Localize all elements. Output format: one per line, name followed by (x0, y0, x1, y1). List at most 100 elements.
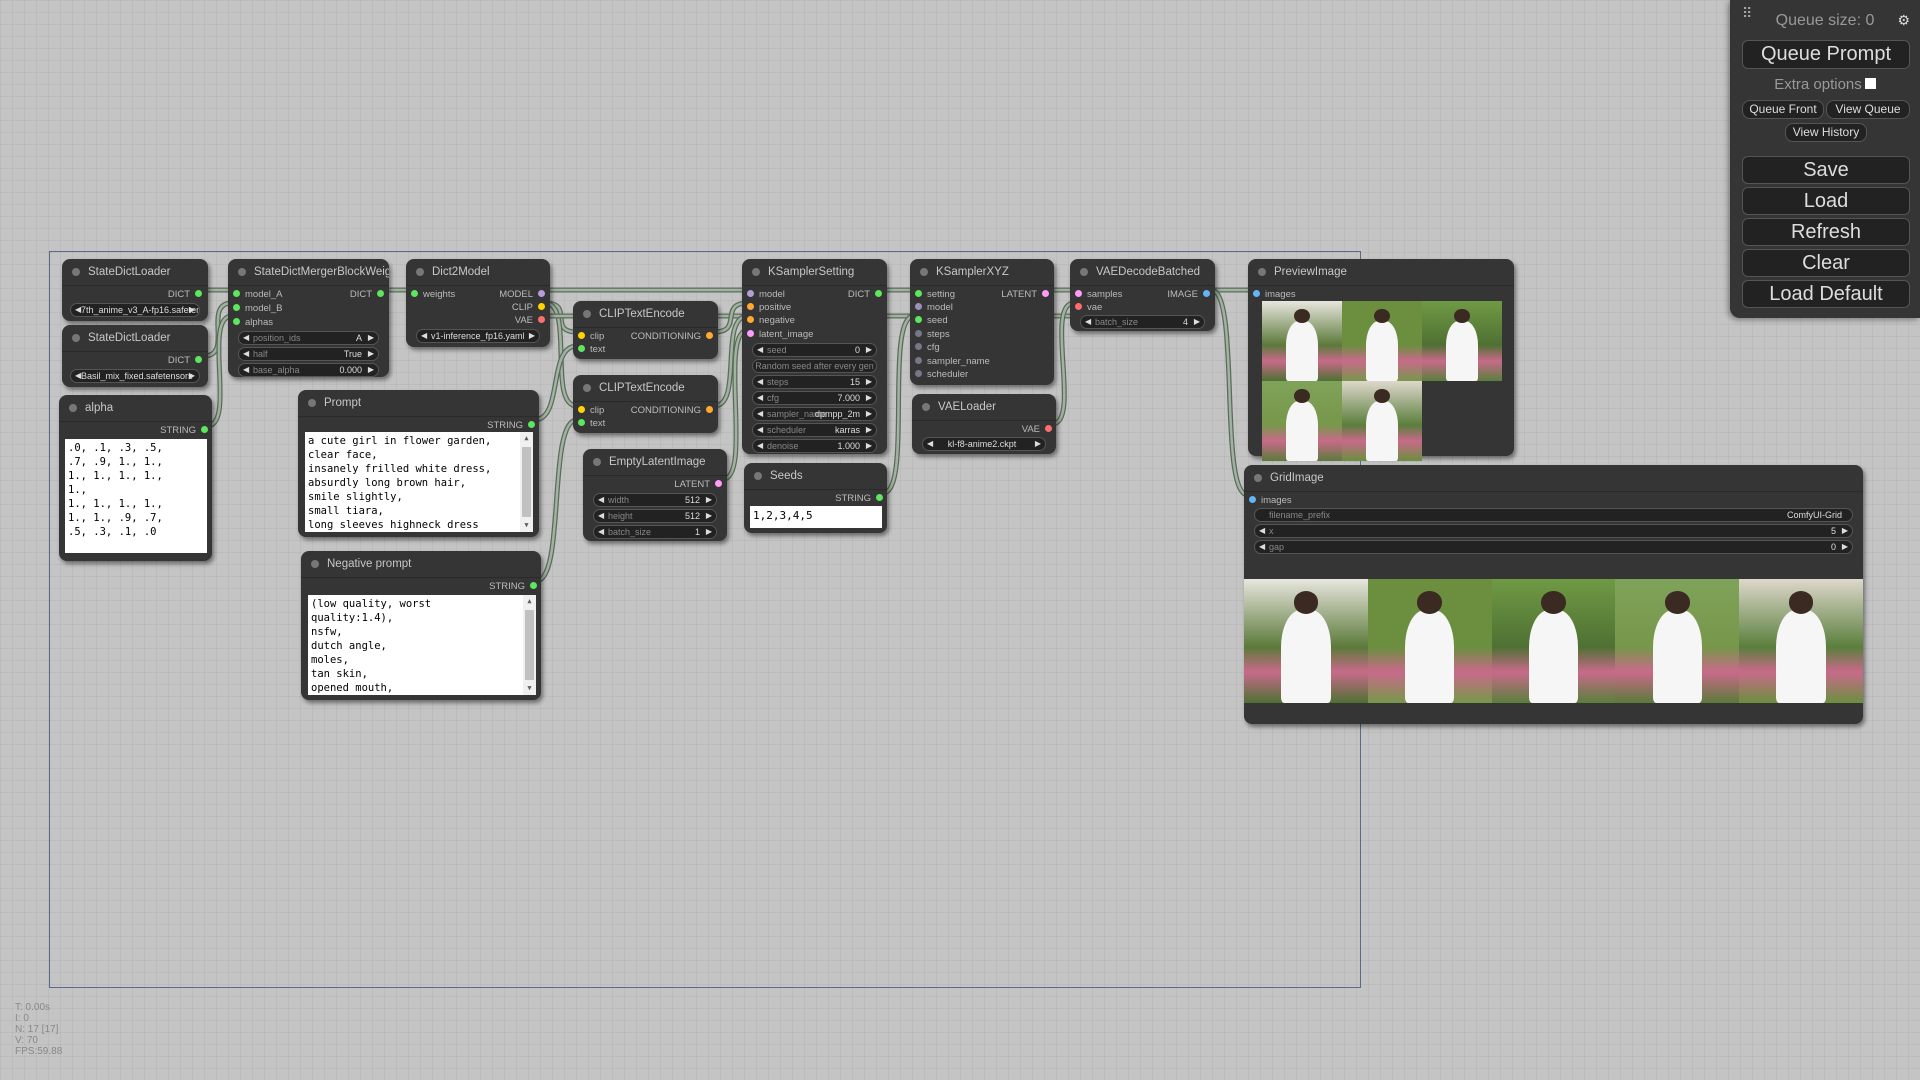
node-vaeloader[interactable]: VAELoader VAE ◀ kl-f8-anime2.ckpt ▶ (912, 394, 1056, 454)
input-pin-icon[interactable] (1075, 290, 1082, 298)
input-weights[interactable]: weights (411, 289, 455, 301)
arrow-right-icon[interactable]: ▶ (1842, 541, 1848, 553)
node-statedictloader-1[interactable]: StateDictLoader DICT ◀ 7th_anime_v3_A-fp1… (62, 259, 208, 321)
node-title[interactable]: StateDictLoader (62, 325, 208, 352)
arrow-right-icon[interactable]: ▶ (866, 424, 872, 436)
collapse-dot-icon[interactable] (754, 472, 762, 480)
output-pin-icon[interactable] (538, 303, 545, 311)
node-statedictloader-2[interactable]: StateDictLoader DICT ◀ Basil_mix_fixed.sa… (62, 325, 208, 387)
output-model[interactable]: MODEL (499, 289, 545, 301)
input-model-b[interactable]: model_B (233, 303, 283, 315)
node-emptylatentimage[interactable]: EmptyLatentImage LATENT ◀ width 512 ▶ ◀ heig… (583, 449, 727, 541)
cfg-number[interactable]: ◀ cfg 7.000 ▶ (752, 391, 877, 405)
arrow-left-icon[interactable]: ◀ (598, 494, 604, 506)
arrow-right-icon[interactable]: ▶ (866, 408, 872, 420)
collapse-dot-icon[interactable] (593, 458, 601, 466)
input-pin-icon[interactable] (578, 332, 585, 340)
input-sampler-name[interactable]: sampler_name (915, 356, 990, 368)
collapse-dot-icon[interactable] (1080, 268, 1088, 276)
scroll-thumb[interactable] (522, 447, 531, 517)
x-number[interactable]: ◀ x 5 ▶ (1254, 524, 1853, 538)
load-button[interactable]: Load (1742, 187, 1910, 215)
scrollbar[interactable]: ▲ ▼ (523, 595, 536, 695)
arrow-right-icon[interactable]: ▶ (189, 370, 195, 382)
node-title[interactable]: CLIPTextEncode (573, 375, 718, 402)
input-pin-icon[interactable] (233, 304, 240, 312)
collapse-dot-icon[interactable] (311, 560, 319, 568)
input-text[interactable]: text (578, 418, 605, 430)
arrow-left-icon[interactable]: ◀ (757, 376, 763, 388)
scroll-thumb[interactable] (525, 610, 534, 680)
node-title[interactable]: PreviewImage (1248, 259, 1514, 286)
node-title[interactable]: VAEDecodeBatched (1070, 259, 1215, 286)
output-vae[interactable]: VAE (515, 315, 545, 327)
input-latent-image[interactable]: latent_image (747, 329, 813, 341)
arrow-right-icon[interactable]: ▶ (866, 440, 872, 452)
arrow-left-icon[interactable]: ◀ (757, 392, 763, 404)
grid-image-output[interactable] (1244, 579, 1863, 703)
collapse-dot-icon[interactable] (752, 268, 760, 276)
node-gridimage[interactable]: GridImage images filename_prefix ComfyUI-… (1244, 465, 1863, 724)
node-cliptextencode-2[interactable]: CLIPTextEncode clip text CONDITIONING (573, 375, 718, 433)
extra-options-checkbox[interactable] (1864, 78, 1876, 90)
output-pin-icon[interactable] (538, 290, 545, 298)
output-vae[interactable]: VAE (1022, 424, 1052, 436)
output-pin-icon[interactable] (528, 421, 535, 429)
output-latent[interactable]: LATENT (1001, 289, 1049, 301)
input-model-a[interactable]: model_A (233, 289, 283, 301)
output-dict[interactable]: DICT (168, 289, 202, 301)
output-pin-icon[interactable] (875, 290, 882, 298)
collapse-dot-icon[interactable] (72, 268, 80, 276)
output-string[interactable]: STRING (487, 420, 535, 432)
node-alpha[interactable]: alpha STRING .0, .1, .3, .5, .7, .9, 1.,… (59, 395, 212, 561)
negative-prompt-textarea[interactable]: (low quality, worst quality:1.4), nsfw, … (308, 595, 536, 695)
arrow-right-icon[interactable]: ▶ (706, 494, 712, 506)
output-pin-icon[interactable] (201, 426, 208, 434)
input-pin-icon[interactable] (578, 419, 585, 427)
batch-size-number[interactable]: ◀ batch_size 4 ▶ (1080, 315, 1205, 329)
node-vaedecodebatched[interactable]: VAEDecodeBatched samples vae IMAGE ◀ batc… (1070, 259, 1215, 331)
node-title[interactable]: KSamplerSetting (742, 259, 887, 286)
input-alphas[interactable]: alphas (233, 317, 273, 329)
input-cfg[interactable]: cfg (915, 342, 940, 354)
preview-image-thumbnail[interactable] (1422, 301, 1502, 381)
load-default-button[interactable]: Load Default (1742, 280, 1910, 308)
output-latent[interactable]: LATENT (674, 479, 722, 491)
node-title[interactable]: KSamplerXYZ (910, 259, 1054, 286)
collapse-dot-icon[interactable] (308, 399, 316, 407)
filename-prefix-input[interactable]: filename_prefix ComfyUI-Grid (1254, 508, 1853, 522)
arrow-left-icon[interactable]: ◀ (1259, 525, 1265, 537)
node-dict2model[interactable]: Dict2Model weights MODEL CLIP VAE ◀ v1-in… (406, 259, 550, 347)
input-seed[interactable]: seed (915, 315, 948, 327)
output-pin-icon[interactable] (1042, 290, 1049, 298)
alpha-textarea[interactable]: .0, .1, .3, .5, .7, .9, 1., 1., 1., 1., … (65, 439, 207, 553)
output-pin-icon[interactable] (1045, 425, 1052, 433)
output-pin-icon[interactable] (195, 290, 202, 298)
input-vae[interactable]: vae (1075, 302, 1102, 314)
node-title[interactable]: StateDictLoader (62, 259, 208, 286)
arrow-right-icon[interactable]: ▶ (368, 364, 374, 376)
input-pin-icon[interactable] (915, 316, 922, 324)
gear-icon[interactable]: ⚙ (1897, 12, 1910, 29)
input-pin-icon[interactable] (233, 318, 240, 326)
graph-canvas[interactable]: StateDictLoader DICT ◀ 7th_anime_v3_A-fp1… (0, 0, 1920, 1080)
refresh-button[interactable]: Refresh (1742, 218, 1910, 246)
gap-number[interactable]: ◀ gap 0 ▶ (1254, 540, 1853, 554)
input-pin-icon[interactable] (915, 290, 922, 298)
collapse-dot-icon[interactable] (920, 268, 928, 276)
arrow-left-icon[interactable]: ◀ (243, 332, 249, 344)
queue-front-button[interactable]: Queue Front (1742, 100, 1824, 119)
ckpt-name-combo[interactable]: ◀7th_anime_v3_A-fp16.safetensors▶ (70, 303, 200, 317)
input-pin-icon[interactable] (915, 370, 922, 378)
seed-number[interactable]: ◀ seed 0 ▶ (752, 343, 877, 357)
node-statedictmerger[interactable]: StateDictMergerBlockWeighted model_A mod… (228, 259, 389, 377)
node-previewimage[interactable]: PreviewImage images (1248, 259, 1514, 461)
output-pin-icon[interactable] (706, 332, 713, 340)
scheduler-combo[interactable]: ◀ scheduler karras ▶ (752, 423, 877, 437)
arrow-left-icon[interactable]: ◀ (243, 348, 249, 360)
input-positive[interactable]: positive (747, 302, 791, 314)
output-dict[interactable]: DICT (848, 289, 882, 301)
preview-image-thumbnail[interactable] (1342, 381, 1422, 461)
random-seed-toggle[interactable]: Random seed after every gen (752, 359, 877, 373)
output-pin-icon[interactable] (876, 494, 883, 502)
